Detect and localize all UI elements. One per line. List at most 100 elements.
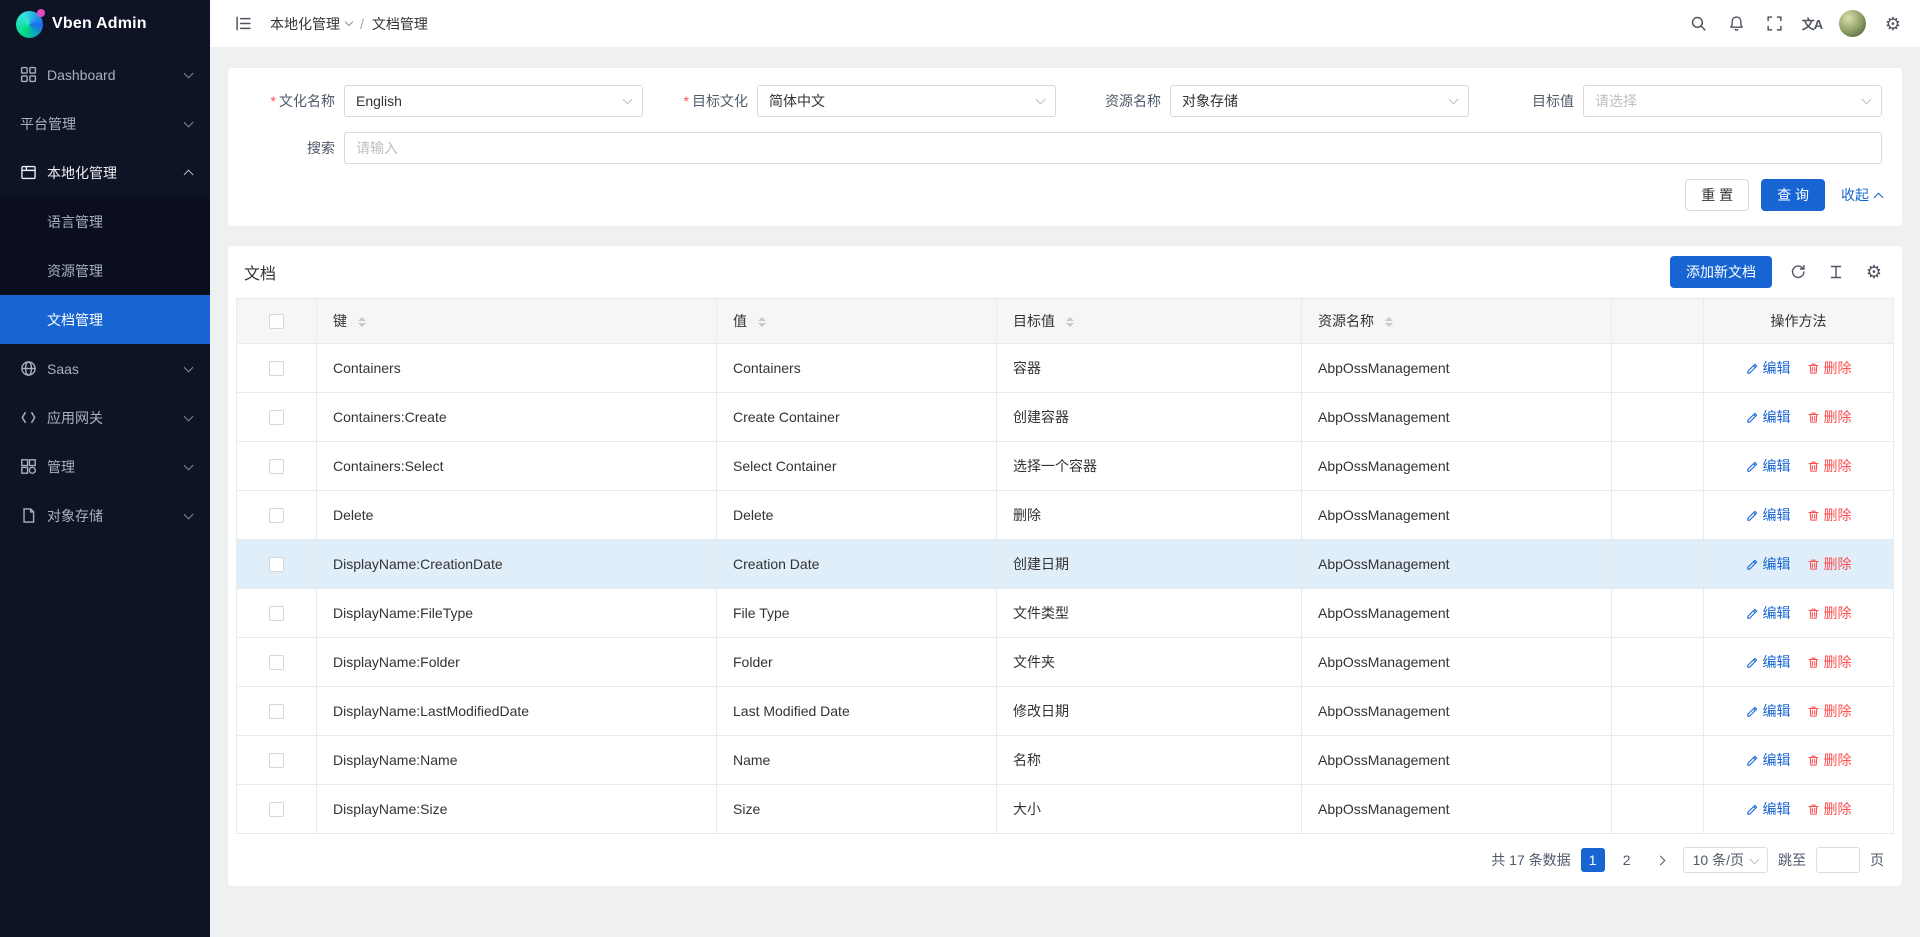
cell-resource-name: AbpOssManagement	[1302, 393, 1612, 442]
table-settings-icon[interactable]	[1862, 260, 1886, 284]
fullscreen-icon[interactable]	[1757, 7, 1791, 41]
sort-icon[interactable]	[758, 317, 766, 327]
delete-button[interactable]: 删除	[1807, 456, 1852, 476]
next-page-button[interactable]	[1649, 848, 1673, 872]
delete-button[interactable]: 删除	[1807, 358, 1852, 378]
column-header-key[interactable]: 键	[317, 299, 717, 344]
page-size-select[interactable]: 10 条/页	[1683, 847, 1768, 873]
column-header-resource[interactable]: 资源名称	[1302, 299, 1612, 344]
cell-key: DisplayName:CreationDate	[317, 540, 717, 589]
refresh-icon[interactable]	[1786, 260, 1810, 284]
table-row[interactable]: DisplayName:Name Name 名称 AbpOssManagemen…	[237, 736, 1894, 785]
row-checkbox[interactable]	[269, 361, 284, 376]
edit-button[interactable]: 编辑	[1746, 799, 1791, 819]
column-header-value[interactable]: 值	[717, 299, 997, 344]
page-button-2[interactable]: 2	[1615, 848, 1639, 872]
sidebar-item-platform[interactable]: 平台管理	[0, 99, 210, 148]
search-input[interactable]	[344, 132, 1882, 164]
edit-button[interactable]: 编辑	[1746, 505, 1791, 525]
search-icon[interactable]	[1681, 7, 1715, 41]
row-checkbox[interactable]	[269, 606, 284, 621]
sort-icon[interactable]	[1066, 317, 1074, 327]
table-row[interactable]: Containers:Select Select Container 选择一个容…	[237, 442, 1894, 491]
add-document-button[interactable]: 添加新文档	[1670, 256, 1772, 288]
cell-key: Containers:Select	[317, 442, 717, 491]
delete-icon	[1807, 656, 1820, 669]
table-row[interactable]: DisplayName:CreationDate Creation Date 创…	[237, 540, 1894, 589]
sidebar-item-saas[interactable]: Saas	[0, 344, 210, 393]
row-checkbox[interactable]	[269, 410, 284, 425]
delete-button[interactable]: 删除	[1807, 554, 1852, 574]
table-row[interactable]: Delete Delete 删除 AbpOssManagement 编辑 删除	[237, 491, 1894, 540]
row-checkbox[interactable]	[269, 459, 284, 474]
reset-button[interactable]: 重 置	[1685, 179, 1749, 211]
table-row[interactable]: DisplayName:LastModifiedDate Last Modifi…	[237, 687, 1894, 736]
sidebar-item-dashboard[interactable]: Dashboard	[0, 50, 210, 99]
column-header-operations: 操作方法	[1704, 299, 1894, 344]
table-row[interactable]: DisplayName:Size Size 大小 AbpOssManagemen…	[237, 785, 1894, 834]
edit-button[interactable]: 编辑	[1746, 750, 1791, 770]
sidebar-item-resource-management[interactable]: 资源管理	[0, 246, 210, 295]
delete-button[interactable]: 删除	[1807, 701, 1852, 721]
edit-button[interactable]: 编辑	[1746, 701, 1791, 721]
query-button[interactable]: 查 询	[1761, 179, 1825, 211]
sidebar-item-document-management[interactable]: 文档管理	[0, 295, 210, 344]
edit-button[interactable]: 编辑	[1746, 554, 1791, 574]
target-value-select[interactable]: 请选择	[1583, 85, 1882, 117]
edit-button[interactable]: 编辑	[1746, 407, 1791, 427]
cell-key: DisplayName:FileType	[317, 589, 717, 638]
table-row[interactable]: Containers Containers 容器 AbpOssManagemen…	[237, 344, 1894, 393]
documents-panel: 文档 添加新文档	[228, 246, 1902, 886]
breadcrumb-parent[interactable]: 本地化管理	[270, 14, 352, 34]
row-height-icon[interactable]	[1824, 260, 1848, 284]
edit-button[interactable]: 编辑	[1746, 456, 1791, 476]
notification-icon[interactable]	[1719, 7, 1753, 41]
delete-button[interactable]: 删除	[1807, 750, 1852, 770]
jump-page-input[interactable]	[1816, 847, 1860, 873]
table-row[interactable]: Containers:Create Create Container 创建容器 …	[237, 393, 1894, 442]
row-checkbox[interactable]	[269, 704, 284, 719]
cell-value: Create Container	[717, 393, 997, 442]
row-checkbox[interactable]	[269, 753, 284, 768]
sidebar-item-gateway[interactable]: 应用网关	[0, 393, 210, 442]
delete-button[interactable]: 删除	[1807, 652, 1852, 672]
page-button-1[interactable]: 1	[1581, 848, 1605, 872]
row-checkbox[interactable]	[269, 508, 284, 523]
table-row[interactable]: DisplayName:Folder Folder 文件夹 AbpOssMana…	[237, 638, 1894, 687]
edit-button[interactable]: 编辑	[1746, 652, 1791, 672]
settings-icon[interactable]	[1876, 7, 1910, 41]
delete-button[interactable]: 删除	[1807, 799, 1852, 819]
row-checkbox[interactable]	[269, 802, 284, 817]
column-header-target[interactable]: 目标值	[997, 299, 1302, 344]
table-row[interactable]: DisplayName:FileType File Type 文件类型 AbpO…	[237, 589, 1894, 638]
delete-button[interactable]: 删除	[1807, 603, 1852, 623]
culture-name-select[interactable]: English	[344, 85, 643, 117]
delete-button[interactable]: 删除	[1807, 407, 1852, 427]
edit-button[interactable]: 编辑	[1746, 358, 1791, 378]
dashboard-icon	[20, 66, 37, 83]
edit-icon	[1746, 362, 1759, 375]
sort-icon[interactable]	[358, 317, 366, 327]
delete-button[interactable]: 删除	[1807, 505, 1852, 525]
edit-button[interactable]: 编辑	[1746, 603, 1791, 623]
select-all-checkbox[interactable]	[269, 314, 284, 329]
sidebar-item-admin[interactable]: 管理	[0, 442, 210, 491]
cell-value: Folder	[717, 638, 997, 687]
menu-collapse-icon[interactable]	[226, 7, 260, 41]
cell-extra	[1612, 491, 1704, 540]
sidebar-item-localization[interactable]: 本地化管理	[0, 148, 210, 197]
sidebar-item-object-storage[interactable]: 对象存储	[0, 491, 210, 540]
logo[interactable]: Vben Admin	[0, 0, 210, 48]
sort-icon[interactable]	[1385, 317, 1393, 327]
collapse-link[interactable]: 收起	[1841, 185, 1882, 205]
avatar[interactable]	[1839, 10, 1866, 37]
chevron-down-icon	[184, 411, 194, 421]
row-checkbox[interactable]	[269, 557, 284, 572]
resource-name-select[interactable]: 对象存储	[1170, 85, 1469, 117]
cell-value: Size	[717, 785, 997, 834]
chevron-down-icon	[1862, 95, 1872, 105]
row-checkbox[interactable]	[269, 655, 284, 670]
sidebar-item-language-management[interactable]: 语言管理	[0, 197, 210, 246]
target-culture-select[interactable]: 简体中文	[757, 85, 1056, 117]
translate-icon[interactable]	[1795, 7, 1829, 41]
